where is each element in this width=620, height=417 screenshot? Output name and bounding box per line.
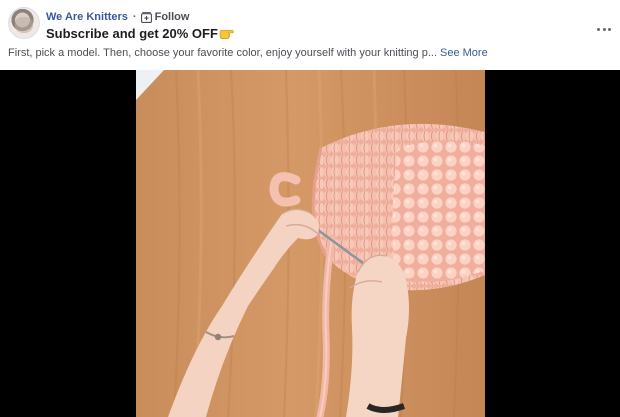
more-dot <box>597 27 600 31</box>
more-dot <box>602 27 606 31</box>
more-dot <box>608 27 611 31</box>
post-headline: Subscribe and get 20% OFF <box>46 26 237 41</box>
separator-dot: · <box>132 11 137 23</box>
follow-icon <box>140 11 152 23</box>
page-name-link[interactable]: We Are Knitters <box>46 11 128 23</box>
post-author-line: We Are Knitters · Follow <box>46 9 189 25</box>
caption-text: First, pick a model. Then, choose your f… <box>8 47 437 59</box>
see-more-link[interactable]: See More <box>440 47 488 59</box>
headline-text: Subscribe and get 20% OFF <box>46 26 218 41</box>
video-frame-image[interactable] <box>136 70 485 417</box>
pointing-right-emoji-icon <box>219 30 234 39</box>
bobble-rows <box>392 140 485 283</box>
follow-button[interactable]: Follow <box>140 11 190 23</box>
post-header: We Are Knitters · Follow Subscribe and g… <box>0 0 620 68</box>
avatar[interactable] <box>8 7 40 39</box>
video-player[interactable] <box>0 70 620 417</box>
follow-label: Follow <box>154 11 190 23</box>
knitting-scene-illustration <box>136 70 485 417</box>
post-caption: First, pick a model. Then, choose your f… <box>8 47 488 59</box>
more-options-icon[interactable] <box>597 25 611 33</box>
avatar-photo <box>15 17 33 33</box>
